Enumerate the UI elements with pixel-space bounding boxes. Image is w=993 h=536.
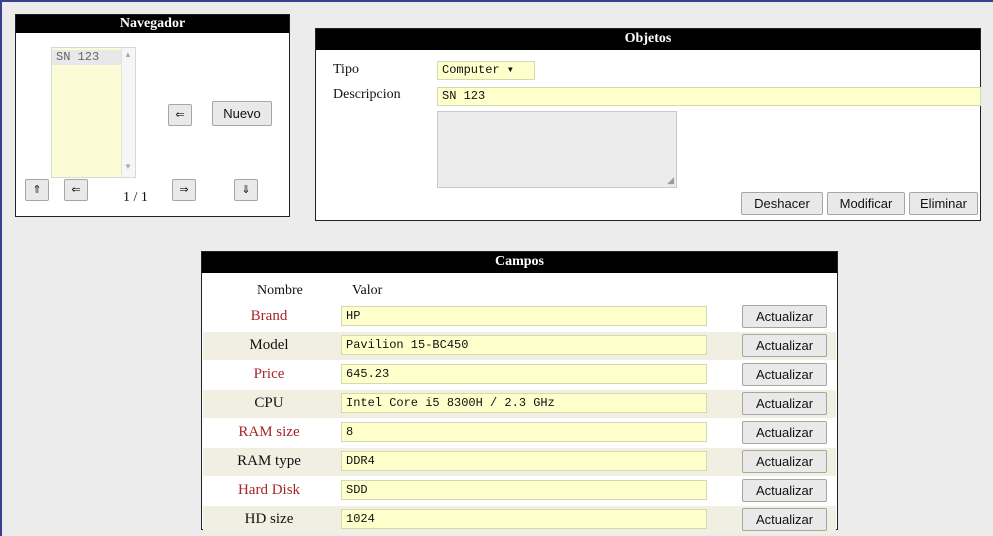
update-button[interactable]: Actualizar <box>742 508 827 531</box>
field-value-input[interactable]: SDD <box>341 480 707 500</box>
undo-button[interactable]: Deshacer <box>741 192 823 215</box>
tipo-label: Tipo <box>333 62 359 77</box>
field-value-input[interactable]: Intel Core i5 8300H / 2.3 GHz <box>341 393 707 413</box>
update-button[interactable]: Actualizar <box>742 392 827 415</box>
table-row: CPU Intel Core i5 8300H / 2.3 GHz Actualiz… <box>203 390 836 418</box>
delete-button[interactable]: Eliminar <box>909 192 978 215</box>
field-name: Model <box>249 337 289 353</box>
record-list[interactable]: SN 123 ▲ ▼ <box>51 47 136 178</box>
table-row: RAM type DDR4 Actualizar <box>203 448 836 476</box>
tipo-select[interactable]: Computer ▾ <box>437 61 535 80</box>
update-button[interactable]: Actualizar <box>742 450 827 473</box>
field-value-input[interactable]: DDR4 <box>341 451 707 471</box>
table-row: Brand HP Actualizar <box>203 303 836 331</box>
field-value-input[interactable]: 8 <box>341 422 707 442</box>
field-name: RAM type <box>237 453 301 469</box>
first-record-button[interactable]: ⇑ <box>25 179 49 201</box>
table-row: Hard Disk SDD Actualizar <box>203 477 836 505</box>
objetos-title: Objetos <box>316 29 980 50</box>
table-row: Model Pavilion 15-BC450 Actualizar <box>203 332 836 360</box>
field-value-input[interactable]: 645.23 <box>341 364 707 384</box>
previous-record-button[interactable]: ⇐ <box>64 179 88 201</box>
field-value-input[interactable]: 1024 <box>341 509 707 529</box>
table-row: HD size 1024 Actualizar <box>203 506 836 534</box>
field-name: Hard Disk <box>237 482 301 498</box>
field-name: HD size <box>244 511 294 527</box>
update-button[interactable]: Actualizar <box>742 363 827 386</box>
update-button[interactable]: Actualizar <box>742 479 827 502</box>
descripcion-label: Descripcion <box>333 87 401 102</box>
objetos-panel: Objetos Tipo Computer ▾ Descripcion SN 1… <box>315 28 981 221</box>
campos-title: Campos <box>202 252 837 273</box>
column-header-valor: Valor <box>352 283 383 298</box>
descripcion-input[interactable]: SN 123 <box>437 87 981 106</box>
update-button[interactable]: Actualizar <box>742 305 827 328</box>
field-name: RAM size <box>238 424 300 440</box>
scroll-down-icon[interactable]: ▼ <box>124 162 132 171</box>
field-name: Brand <box>250 308 288 324</box>
collapse-left-button[interactable]: ⇐ <box>168 104 192 126</box>
new-button[interactable]: Nuevo <box>212 101 272 126</box>
update-button[interactable]: Actualizar <box>742 334 827 357</box>
notes-textarea[interactable]: ◢ <box>437 111 677 188</box>
table-row: RAM size 8 Actualizar <box>203 419 836 447</box>
campos-panel: Campos Nombre Valor Brand HP Actualizar Mod… <box>201 251 838 534</box>
list-scrollbar[interactable]: ▲ ▼ <box>121 48 135 177</box>
list-item[interactable]: SN 123 <box>52 50 122 65</box>
next-record-button[interactable]: ⇒ <box>172 179 196 201</box>
column-header-nombre: Nombre <box>257 283 303 298</box>
field-name: CPU <box>254 395 284 411</box>
resize-grip-icon[interactable]: ◢ <box>667 175 674 186</box>
table-row: Price 645.23 Actualizar <box>203 361 836 389</box>
field-value-input[interactable]: HP <box>341 306 707 326</box>
update-button[interactable]: Actualizar <box>742 421 827 444</box>
field-value-input[interactable]: Pavilion 15-BC450 <box>341 335 707 355</box>
field-name: Price <box>253 366 285 382</box>
navegador-panel: Navegador SN 123 ▲ ▼ ⇐ Nuevo ⇑ ⇐ 1 / 1 ⇒… <box>15 14 290 217</box>
last-record-button[interactable]: ⇓ <box>234 179 258 201</box>
scroll-up-icon[interactable]: ▲ <box>124 50 132 59</box>
navegador-title: Navegador <box>16 15 289 33</box>
modify-button[interactable]: Modificar <box>827 192 905 215</box>
page-indicator: 1 / 1 <box>123 190 148 205</box>
